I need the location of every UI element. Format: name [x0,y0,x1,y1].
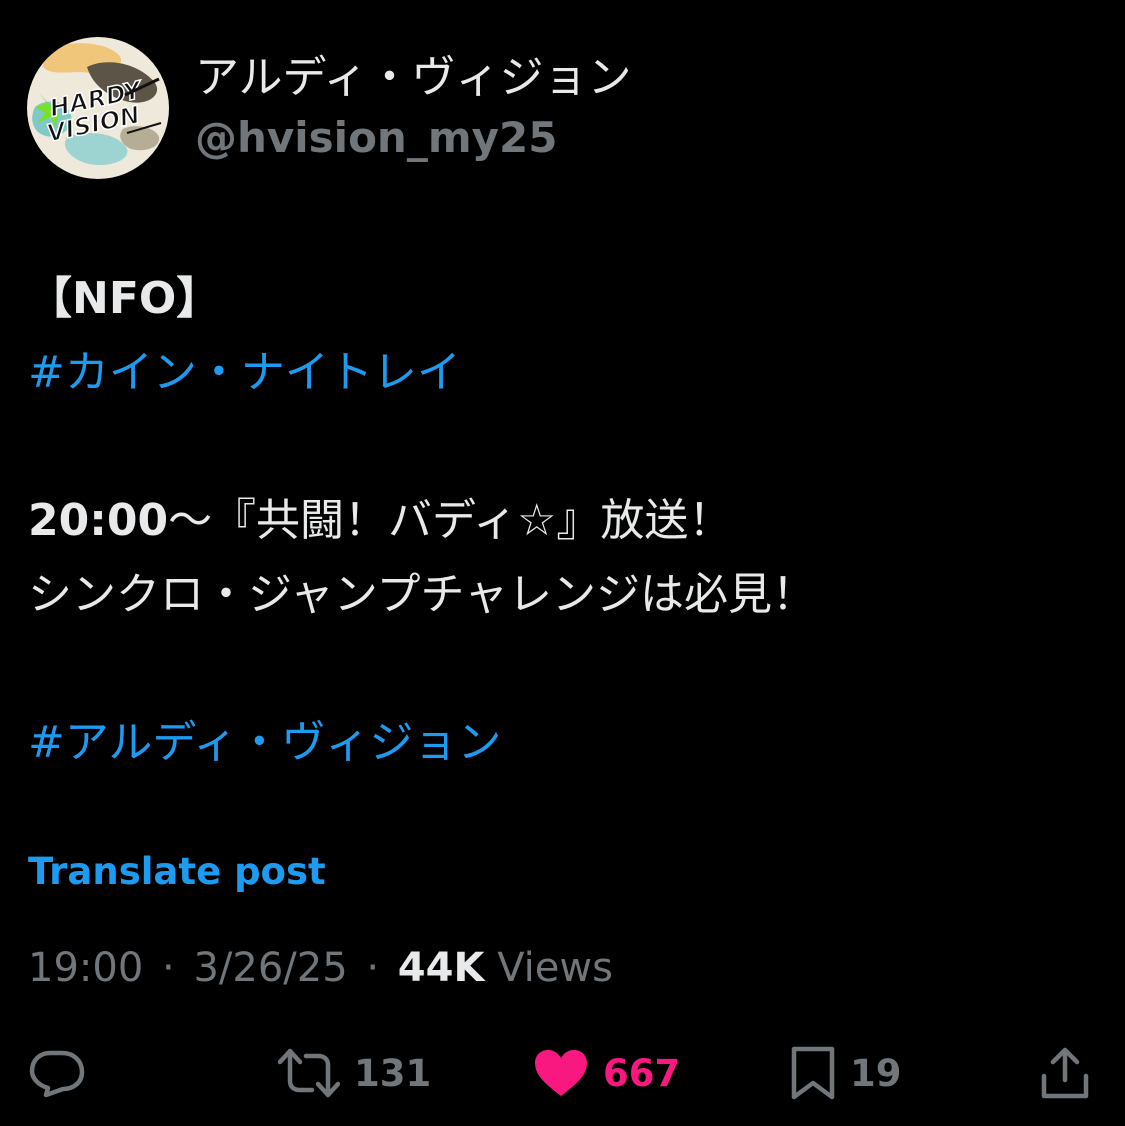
hashtag-link-hardy-vision[interactable]: #アルディ・ヴィジョン [28,717,501,768]
meta-separator: · [162,945,175,991]
meta-separator: · [366,945,380,991]
action-bar: 131 667 19 [0,1036,1125,1110]
share-icon [1041,1047,1089,1099]
post-time[interactable]: 19:00 [28,945,143,991]
views-label: Views [497,945,613,991]
post-text: 【NFO】 #カイン・ナイトレイ 20:00～『共闘！バディ☆』放送！ シンクロ… [28,262,1098,780]
post-line-heading: 【NFO】 [28,273,221,324]
share-button[interactable] [1040,1036,1090,1110]
heart-icon [535,1050,587,1096]
like-button[interactable]: 667 [533,1036,680,1110]
post-line-challenge: シンクロ・ジャンプチャレンジは必見！ [28,569,817,620]
hashtag-link-kain[interactable]: #カイン・ナイトレイ [28,347,461,398]
broadcast-time: 20:00 [28,495,169,546]
repost-count: 131 [354,1051,432,1095]
views-count: 44K [397,945,485,991]
bookmark-icon [791,1046,835,1100]
repost-icon [278,1048,340,1098]
reply-button[interactable] [28,1036,86,1110]
post-line-broadcast: 20:00～『共闘！バディ☆』放送！ [28,484,1098,558]
translate-post-link[interactable]: Translate post [28,846,326,898]
author-display-name[interactable]: アルディ・ヴィジョン [195,48,631,108]
post-date[interactable]: 3/26/25 [193,945,347,991]
broadcast-text: ～『共闘！バディ☆』放送！ [168,495,733,546]
bookmark-button[interactable]: 19 [790,1036,902,1110]
avatar[interactable]: HARDY VISION [27,37,169,179]
hardy-vision-logo: HARDY VISION [27,37,169,179]
like-count: 667 [603,1051,681,1095]
reply-icon [29,1050,85,1098]
repost-button[interactable]: 131 [278,1036,431,1110]
author-handle[interactable]: @hvision_my25 [195,110,557,166]
post-meta: 19:00 · 3/26/25 · 44K Views [28,940,613,996]
bookmark-count: 19 [850,1051,902,1095]
